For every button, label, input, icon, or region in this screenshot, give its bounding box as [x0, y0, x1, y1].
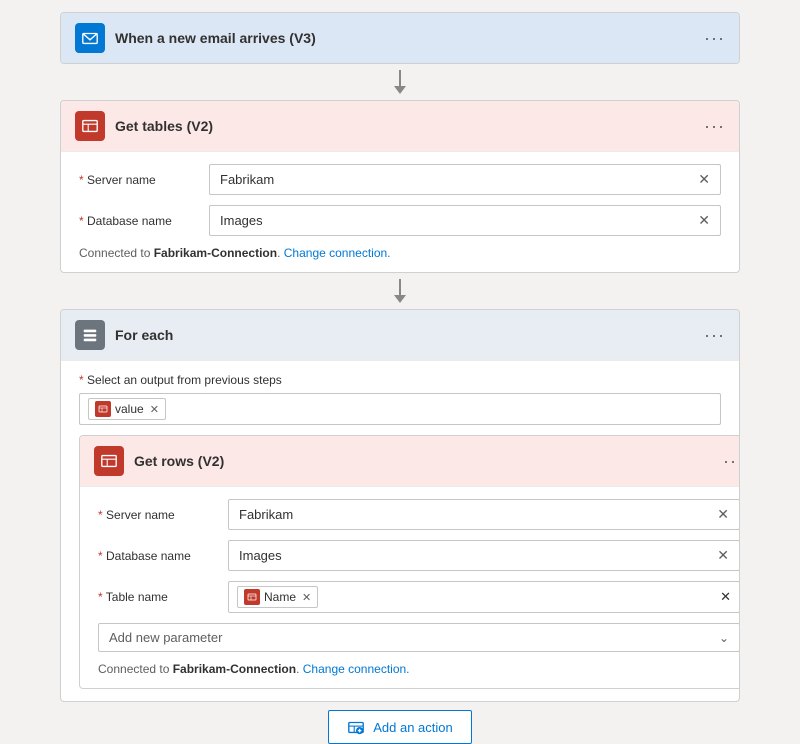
- get-rows-server-label: Server name: [98, 508, 228, 522]
- get-rows-card: Get rows (V2) ··· Server name Fabrikam ✕: [79, 435, 740, 689]
- trigger-menu[interactable]: ···: [704, 28, 725, 49]
- for-each-card: For each ··· Select an output from previ…: [60, 309, 740, 702]
- for-each-title: For each: [115, 327, 694, 343]
- server-name-input[interactable]: Fabrikam ✕: [209, 164, 721, 195]
- add-param-label: Add new parameter: [109, 630, 222, 645]
- get-rows-database-label: Database name: [98, 549, 228, 563]
- value-tag-icon: [95, 401, 111, 417]
- get-rows-server-input[interactable]: Fabrikam ✕: [228, 499, 740, 530]
- flow-container: When a new email arrives (V3) ··· Get ta…: [20, 12, 780, 744]
- get-rows-header: Get rows (V2) ···: [80, 436, 740, 487]
- get-rows-database-input[interactable]: Images ✕: [228, 540, 740, 571]
- arrow-2: [394, 273, 406, 309]
- add-action-button[interactable]: Add an action: [328, 710, 472, 744]
- for-each-inner: Get rows (V2) ··· Server name Fabrikam ✕: [79, 435, 721, 689]
- table-name-tag: Name ✕: [237, 586, 318, 608]
- for-each-menu[interactable]: ···: [704, 325, 725, 346]
- add-new-param[interactable]: Add new parameter ⌄: [98, 623, 740, 652]
- server-name-clear[interactable]: ✕: [698, 171, 710, 188]
- chevron-down-icon: ⌄: [719, 631, 729, 645]
- get-tables-change-connection[interactable]: Change connection.: [284, 246, 391, 260]
- get-rows-table-clear[interactable]: ✕: [720, 589, 731, 605]
- get-rows-connection-info: Connected to Fabrikam-Connection. Change…: [98, 662, 740, 676]
- database-name-clear[interactable]: ✕: [698, 212, 710, 229]
- get-rows-icon: [94, 446, 124, 476]
- table-name-tag-close[interactable]: ✕: [302, 591, 311, 604]
- get-rows-table-row: Table name: [98, 581, 740, 613]
- for-each-header: For each ···: [61, 310, 739, 361]
- table-name-tag-icon: [244, 589, 260, 605]
- database-name-label: Database name: [79, 214, 209, 228]
- get-tables-card: Get tables (V2) ··· Server name Fabrikam…: [60, 100, 740, 273]
- database-name-input[interactable]: Images ✕: [209, 205, 721, 236]
- get-rows-change-connection[interactable]: Change connection.: [303, 662, 410, 676]
- value-tag: value ✕: [88, 398, 166, 420]
- get-tables-menu[interactable]: ···: [704, 116, 725, 137]
- trigger-header: When a new email arrives (V3) ···: [61, 13, 739, 63]
- value-tag-close[interactable]: ✕: [150, 403, 159, 416]
- for-each-body: Select an output from previous steps val…: [61, 361, 739, 701]
- get-tables-icon: [75, 111, 105, 141]
- get-rows-table-label: Table name: [98, 590, 228, 604]
- server-name-row: Server name Fabrikam ✕: [79, 164, 721, 195]
- select-output-input[interactable]: value ✕: [79, 393, 721, 425]
- value-tag-text: value: [115, 402, 144, 416]
- add-action-label: Add an action: [373, 720, 453, 735]
- get-rows-database-row: Database name Images ✕: [98, 540, 740, 571]
- get-rows-menu[interactable]: ···: [723, 451, 740, 472]
- database-name-row: Database name Images ✕: [79, 205, 721, 236]
- for-each-icon: [75, 320, 105, 350]
- get-tables-body: Server name Fabrikam ✕ Database name Ima…: [61, 152, 739, 272]
- get-rows-title: Get rows (V2): [134, 453, 713, 469]
- get-rows-database-clear[interactable]: ✕: [717, 547, 729, 564]
- get-rows-server-row: Server name Fabrikam ✕: [98, 499, 740, 530]
- server-name-label: Server name: [79, 173, 209, 187]
- select-output-label: Select an output from previous steps: [79, 373, 721, 387]
- get-rows-table-input[interactable]: Name ✕ ✕: [228, 581, 740, 613]
- get-tables-connection-info: Connected to Fabrikam-Connection. Change…: [79, 246, 721, 260]
- get-rows-server-clear[interactable]: ✕: [717, 506, 729, 523]
- email-icon: [75, 23, 105, 53]
- arrow-1: [394, 64, 406, 100]
- table-name-tag-text: Name: [264, 590, 296, 604]
- trigger-card: When a new email arrives (V3) ···: [60, 12, 740, 64]
- get-tables-header: Get tables (V2) ···: [61, 101, 739, 152]
- get-tables-title: Get tables (V2): [115, 118, 694, 134]
- get-rows-body: Server name Fabrikam ✕ Database name Ima…: [80, 487, 740, 688]
- trigger-title: When a new email arrives (V3): [115, 30, 694, 46]
